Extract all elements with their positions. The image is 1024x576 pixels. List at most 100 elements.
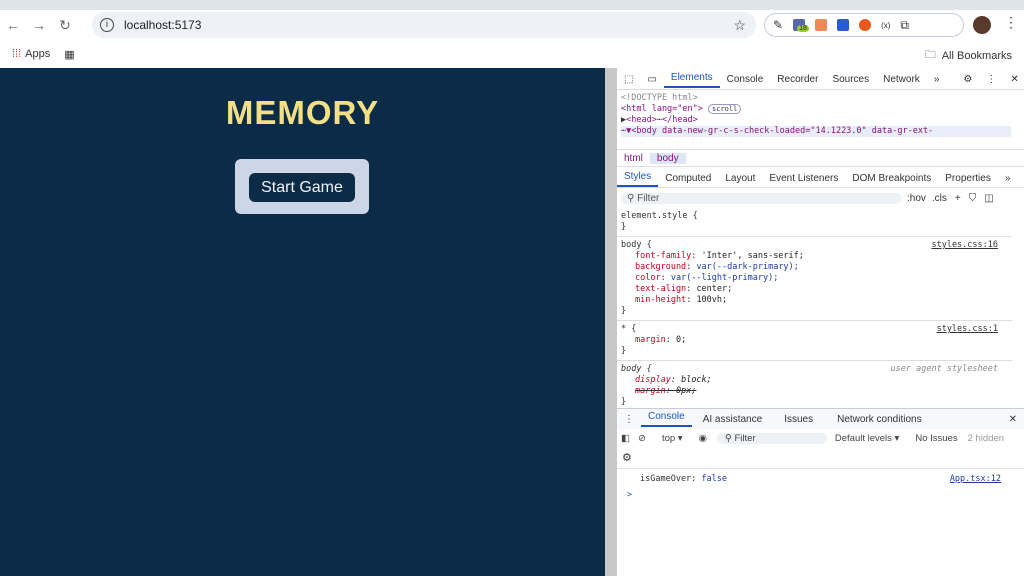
styles-filter-bar: ⚲ Filter :hov .cls + ⛉ ◫	[621, 191, 1013, 206]
live-expression-icon[interactable]: ◉	[699, 433, 707, 444]
folder-icon: 🗀	[924, 49, 936, 61]
address-bar[interactable]: i localhost:5173 ☆	[92, 12, 756, 38]
style-rule: body {user agent stylesheet display: bloc…	[617, 361, 1012, 412]
site-info-icon[interactable]: i	[100, 18, 114, 32]
rule-selector[interactable]: element.style {	[621, 211, 1008, 222]
dom-head[interactable]: ▶<head>⋯</head>	[621, 115, 1011, 126]
console-filter-placeholder: Filter	[734, 433, 756, 444]
pen-extension-icon[interactable]: ✎	[773, 18, 783, 32]
style-declaration[interactable]: margin: 0;	[621, 335, 1008, 346]
tab-recorder[interactable]: Recorder	[770, 74, 825, 85]
hidden-count: 2 hidden	[967, 433, 1005, 444]
rule-close: }	[621, 306, 627, 316]
variables-extension-icon[interactable]: (x)	[881, 21, 890, 30]
property-name: min-height	[635, 295, 687, 305]
property-value: 0px;	[675, 386, 697, 396]
property-name: background	[635, 262, 687, 272]
puzzle-extensions-icon[interactable]: ⧉	[900, 18, 909, 33]
url-text[interactable]: localhost:5173	[124, 18, 201, 32]
tab-elements[interactable]: Elements	[663, 72, 720, 88]
tab-sources[interactable]: Sources	[825, 74, 876, 85]
settings-icon[interactable]: ⚙	[956, 74, 979, 85]
drawer-menu-icon[interactable]: ⋮	[617, 414, 641, 425]
property-value: var(--dark-primary);	[696, 262, 799, 272]
apps-bookmark[interactable]: Apps	[25, 48, 50, 60]
log-levels-select[interactable]: Default levels ▾	[835, 433, 899, 444]
console-settings-icon[interactable]: ⚙	[622, 451, 632, 464]
dom-html[interactable]: <html lang="en"> scroll	[621, 104, 1011, 115]
clear-console-icon[interactable]: ⊘	[638, 433, 646, 444]
hov-toggle[interactable]: :hov	[907, 193, 926, 204]
log-source-link[interactable]: App.tsx:12	[950, 474, 1001, 485]
drawer-tab-issues[interactable]: Issues	[777, 414, 820, 425]
drawer-tab-ai-assistance[interactable]: AI assistance	[696, 414, 769, 425]
more-tabs-icon[interactable]: »	[927, 74, 947, 85]
property-name: text-align	[635, 284, 687, 294]
context-select[interactable]: top ▾	[662, 433, 683, 444]
device-toolbar-icon[interactable]: ▭	[640, 74, 663, 85]
back-icon[interactable]: ←	[0, 17, 26, 33]
console-filter-input[interactable]: ⚲ Filter	[716, 433, 827, 444]
cls-toggle[interactable]: .cls	[932, 193, 947, 204]
tab-layout[interactable]: Layout	[718, 173, 762, 184]
tab-dom-breakpoints[interactable]: DOM Breakpoints	[845, 173, 938, 184]
tab-console[interactable]: Console	[720, 74, 771, 85]
apps-grid-icon[interactable]: ⁞⁞⁞	[12, 48, 21, 60]
property-value: block;	[681, 375, 712, 385]
profile-avatar[interactable]	[973, 16, 991, 34]
chrome-menu-icon[interactable]: ⋮	[1004, 14, 1018, 31]
more-subtabs-icon[interactable]: »	[998, 173, 1018, 184]
log-text: isGameOver:	[640, 474, 702, 484]
tab-event-listeners[interactable]: Event Listeners	[762, 173, 845, 184]
new-rule-icon[interactable]: +	[955, 193, 961, 204]
inspect-icon[interactable]: ⬚	[617, 74, 640, 85]
style-rule: body {styles.css:16 font-family: 'Inter',…	[617, 237, 1012, 321]
blue-extension-icon[interactable]	[837, 19, 850, 31]
reload-icon[interactable]: ↻	[52, 17, 78, 34]
style-declaration[interactable]: font-family: 'Inter', sans-serif;	[621, 251, 1008, 262]
sidebar-toggle-icon[interactable]: ◫	[984, 193, 993, 204]
paint-icon[interactable]: ⛉	[969, 193, 977, 204]
style-declaration[interactable]: color: var(--light-primary);	[621, 273, 1008, 284]
issues-count[interactable]: No Issues	[915, 433, 957, 444]
tab-styles[interactable]: Styles	[617, 171, 659, 187]
tab-groups-icon[interactable]: ▦	[64, 48, 74, 61]
styles-filter-input[interactable]: ⚲ Filter	[621, 193, 901, 204]
tab-properties[interactable]: Properties	[938, 173, 998, 184]
scroll-badge[interactable]: scroll	[708, 104, 742, 114]
drawer-tab-console[interactable]: Console	[641, 411, 692, 427]
rule-source-link[interactable]: styles.css:16	[931, 240, 998, 251]
dom-doctype[interactable]: <!DOCTYPE html>	[621, 93, 1011, 104]
close-drawer-icon[interactable]: ✕	[1002, 414, 1024, 425]
style-declaration[interactable]: text-align: center;	[621, 284, 1008, 295]
dom-body-selected[interactable]: ⋯▼<body data-new-gr-c-s-check-loaded="14…	[621, 126, 1011, 137]
property-value: var(--light-primary);	[670, 273, 779, 283]
style-declaration[interactable]: background: var(--dark-primary);	[621, 262, 1008, 273]
drawer-tabs: ⋮ Console AI assistance Issues Network c…	[617, 408, 1024, 429]
chess-extension-icon[interactable]	[815, 19, 828, 31]
calendar-extension-icon[interactable]: 18	[793, 19, 809, 32]
devtools-resize-handle[interactable]	[605, 68, 617, 576]
tab-computed[interactable]: Computed	[658, 173, 718, 184]
console-prompt[interactable]: >	[627, 490, 632, 501]
breadcrumb-html[interactable]: html	[617, 153, 650, 164]
breadcrumb-body[interactable]: body	[649, 152, 686, 164]
style-declaration[interactable]: margin: 0px;	[621, 386, 1008, 397]
close-devtools-icon[interactable]: ✕	[1003, 74, 1024, 85]
drawer-tab-network-conditions[interactable]: Network conditions	[830, 414, 928, 425]
console-sidebar-icon[interactable]: ◧	[621, 433, 630, 444]
bookmark-star-icon[interactable]: ☆	[733, 17, 746, 34]
extensions-bar: ✎ 18 (x) ⧉	[764, 13, 964, 37]
style-declaration[interactable]: display: block;	[621, 375, 1008, 386]
style-declaration[interactable]: min-height: 100vh;	[621, 295, 1008, 306]
more-options-icon[interactable]: ⋮	[979, 74, 1003, 85]
start-game-button[interactable]: Start Game	[249, 173, 355, 202]
property-value: 'Inter', sans-serif;	[701, 251, 804, 261]
tab-network[interactable]: Network	[876, 74, 927, 85]
property-name: margin	[635, 335, 666, 345]
all-bookmarks[interactable]: 🗀 All Bookmarks	[925, 46, 1012, 65]
orange-extension-icon[interactable]	[859, 19, 872, 31]
forward-icon[interactable]: →	[26, 17, 52, 33]
rule-source-link[interactable]: styles.css:1	[937, 324, 998, 335]
head-open-tag: <head>	[626, 115, 657, 125]
